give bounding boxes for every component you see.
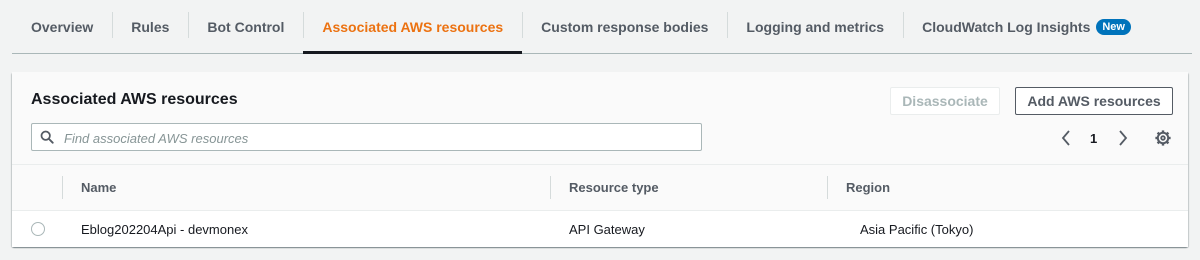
tab-logging-and-metrics[interactable]: Logging and metrics — [727, 0, 903, 53]
tab-label: Custom response bodies — [541, 18, 709, 35]
cell-resource-type: API Gateway — [569, 221, 645, 237]
column-divider[interactable] — [550, 176, 551, 199]
search-field[interactable] — [31, 123, 702, 151]
chevron-right-icon[interactable] — [1117, 128, 1129, 148]
panel-header: Associated AWS resources Disassociate Ad… — [12, 72, 1188, 165]
tab-label: Associated AWS resources — [322, 18, 504, 35]
cell-name: Eblog202204Api - devmonex — [81, 221, 248, 237]
tab-cloudwatch-log-insights[interactable]: CloudWatch Log Insights New — [903, 0, 1150, 53]
add-aws-resources-button[interactable]: Add AWS resources — [1015, 87, 1173, 115]
tab-label: Rules — [131, 18, 170, 35]
column-divider — [62, 176, 63, 199]
tab-label: CloudWatch Log Insights — [922, 18, 1091, 35]
cell-region: Asia Pacific (Tokyo) — [860, 221, 974, 237]
chevron-left-icon[interactable] — [1060, 128, 1072, 148]
column-header-name[interactable]: Name — [81, 165, 116, 210]
tab-associated-aws-resources[interactable]: Associated AWS resources — [303, 0, 522, 54]
tab-bar: Overview Rules Bot Control Associated AW… — [12, 0, 1192, 54]
column-divider[interactable] — [827, 176, 828, 199]
current-page-number[interactable]: 1 — [1090, 128, 1097, 148]
search-icon — [40, 130, 54, 144]
search-input[interactable] — [62, 127, 686, 149]
panel-title: Associated AWS resources — [31, 91, 238, 108]
tab-bot-control[interactable]: Bot Control — [188, 0, 303, 53]
tab-label: Bot Control — [207, 18, 285, 35]
tab-custom-response-bodies[interactable]: Custom response bodies — [522, 0, 727, 53]
associated-resources-panel: Associated AWS resources Disassociate Ad… — [12, 72, 1188, 247]
disassociate-button[interactable]: Disassociate — [890, 87, 1000, 115]
tab-label: Logging and metrics — [746, 18, 885, 35]
table-row[interactable]: Eblog202204Api - devmonex API Gateway As… — [12, 211, 1188, 247]
column-header-region[interactable]: Region — [846, 165, 890, 210]
tab-overview[interactable]: Overview — [12, 0, 112, 53]
gear-icon[interactable] — [1154, 128, 1172, 148]
tab-rules[interactable]: Rules — [112, 0, 188, 53]
table-header: Name Resource type Region — [12, 165, 1188, 211]
column-header-resource-type[interactable]: Resource type — [569, 165, 659, 210]
new-badge: New — [1096, 18, 1131, 35]
row-select-radio[interactable] — [31, 222, 45, 236]
tab-label: Overview — [31, 18, 94, 35]
